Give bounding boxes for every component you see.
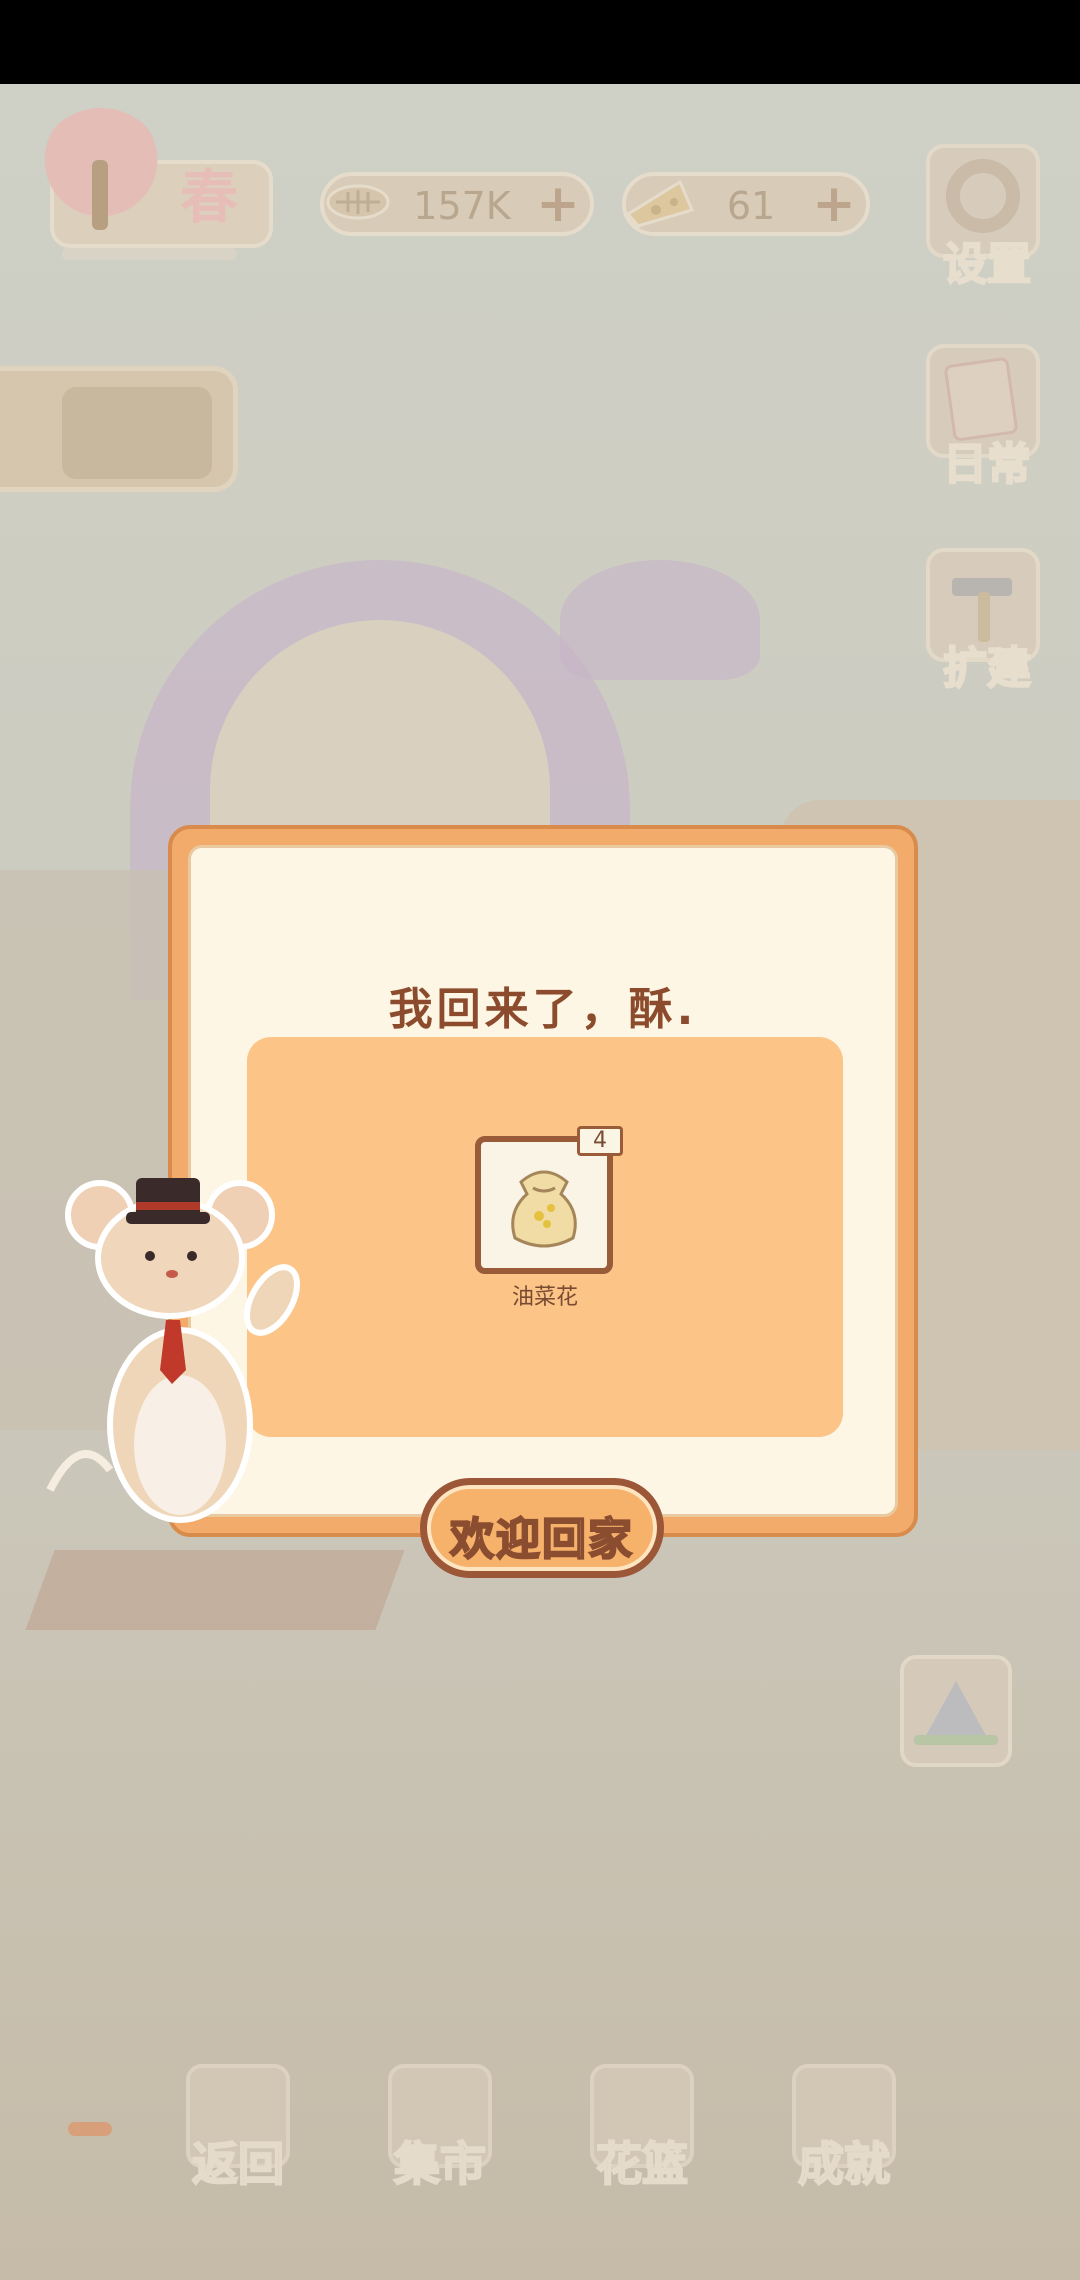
picnic-rug bbox=[25, 1550, 405, 1630]
item-name: 油菜花 bbox=[511, 1285, 578, 1310]
add-cheese-button[interactable]: + bbox=[812, 178, 856, 230]
season-label: 春 bbox=[180, 163, 241, 231]
witch-hat-tower bbox=[560, 560, 760, 680]
nav-achievements-label: 成就 bbox=[797, 2136, 891, 2192]
nav-back-label: 返回 bbox=[191, 2136, 285, 2192]
briefcase-icon bbox=[62, 387, 212, 479]
backpack-tab[interactable] bbox=[0, 366, 238, 492]
reward-item[interactable]: 4 油菜花 bbox=[475, 1126, 623, 1310]
map-button[interactable] bbox=[900, 1655, 1012, 1767]
settings-button[interactable]: 设置 bbox=[926, 144, 1040, 291]
daily-button[interactable]: 日常 bbox=[926, 344, 1040, 491]
nav-drawer-handle[interactable] bbox=[68, 2122, 112, 2136]
daily-label: 日常 bbox=[942, 438, 1032, 491]
cheese-currency: 61 + bbox=[622, 172, 870, 236]
nav-basket[interactable]: 花篮 bbox=[582, 2064, 702, 2192]
nav-market-label: 集市 bbox=[393, 2136, 487, 2192]
reward-panel: 4 油菜花 bbox=[247, 1037, 843, 1437]
cheese-value: 61 bbox=[726, 184, 776, 228]
nav-market[interactable]: 集市 bbox=[380, 2064, 500, 2192]
add-fish-button[interactable]: + bbox=[536, 178, 580, 230]
cheese-icon bbox=[625, 179, 695, 228]
mouse-character bbox=[46, 1178, 300, 1523]
dialog-title: 我回来了，酥. bbox=[388, 984, 698, 1035]
welcome-home-button[interactable]: 欢迎回家 bbox=[420, 1478, 664, 1578]
fish-value: 157K bbox=[413, 184, 511, 228]
expand-button[interactable]: 扩建 bbox=[926, 548, 1040, 695]
fish-currency: 157K + bbox=[320, 172, 594, 236]
item-frame bbox=[475, 1136, 613, 1274]
tree-trunk-icon bbox=[92, 160, 108, 230]
fish-bone-icon bbox=[326, 184, 390, 220]
season-progress-bar bbox=[62, 248, 237, 260]
expand-label: 扩建 bbox=[942, 642, 1032, 695]
settings-label: 设置 bbox=[942, 238, 1032, 291]
nav-back[interactable]: 返回 bbox=[178, 2064, 298, 2192]
item-count-badge: 4 bbox=[577, 1126, 623, 1156]
status-bar bbox=[0, 0, 1080, 84]
seed-bag-icon bbox=[511, 1170, 577, 1248]
welcome-home-label: 欢迎回家 bbox=[449, 1513, 634, 1566]
nav-basket-label: 花篮 bbox=[595, 2136, 689, 2192]
mountain-icon bbox=[914, 1681, 998, 1745]
nav-achievements[interactable]: 成就 bbox=[784, 2064, 904, 2192]
